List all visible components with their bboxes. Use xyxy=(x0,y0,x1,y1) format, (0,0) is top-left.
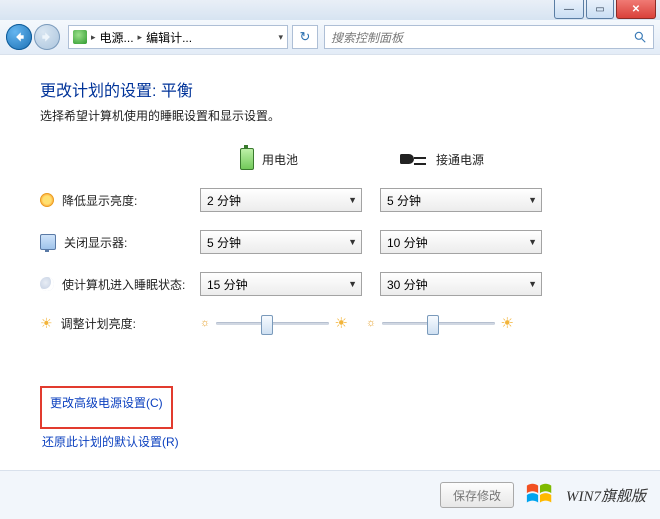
minimize-icon: — xyxy=(564,4,574,15)
moon-icon xyxy=(40,277,54,291)
dim-plugged-select[interactable]: 5 分钟 ▼ xyxy=(380,188,542,212)
arrow-right-icon xyxy=(40,30,54,44)
chevron-down-icon: ▼ xyxy=(528,279,537,289)
brightness-battery-slider[interactable] xyxy=(216,314,328,332)
crumb-edit-plan: 编辑计... xyxy=(146,29,192,46)
sun-large-icon: ☀ xyxy=(501,314,514,332)
off-battery-select[interactable]: 5 分钟 ▼ xyxy=(200,230,362,254)
row-brightness: ☀ 调整计划亮度: ☼ ☀ ☼ ☀ xyxy=(40,314,630,332)
row-brightness-label: 调整计划亮度: xyxy=(61,315,136,332)
brightness-icon: ☀ xyxy=(40,315,53,332)
back-button[interactable] xyxy=(6,24,32,50)
restore-default-link[interactable]: 还原此计划的默认设置(R) xyxy=(40,429,181,454)
dim-battery-value: 2 分钟 xyxy=(207,192,241,209)
row-dim-display: 降低显示亮度: 2 分钟 ▼ 5 分钟 ▼ xyxy=(40,188,630,212)
dim-plugged-value: 5 分钟 xyxy=(387,192,421,209)
chevron-right-icon: ▸ xyxy=(91,32,96,43)
chevron-right-icon: ▸ xyxy=(138,32,143,43)
dim-battery-select[interactable]: 2 分钟 ▼ xyxy=(200,188,362,212)
row-off-label: 关闭显示器: xyxy=(64,234,127,251)
refresh-icon: ↻ xyxy=(300,29,311,45)
off-battery-value: 5 分钟 xyxy=(207,234,241,251)
col-plugged-label: 接通电源 xyxy=(436,151,484,168)
col-battery: 用电池 xyxy=(240,148,400,170)
col-battery-label: 用电池 xyxy=(262,151,298,168)
footer-bar: 保存修改 WIN7旗舰版 xyxy=(0,470,660,519)
page-subtitle: 选择希望计算机使用的睡眠设置和显示设置。 xyxy=(40,107,630,124)
highlight-box: 更改高级电源设置(C) xyxy=(40,386,173,429)
chevron-down-icon: ▼ xyxy=(348,195,357,205)
row-sleep: 使计算机进入睡眠状态: 15 分钟 ▼ 30 分钟 ▼ xyxy=(40,272,630,296)
search-input[interactable]: 搜索控制面板 xyxy=(324,25,654,49)
sun-small-icon: ☼ xyxy=(366,317,376,329)
forward-button[interactable] xyxy=(34,24,60,50)
chevron-down-icon: ▼ xyxy=(528,237,537,247)
col-plugged: 接通电源 xyxy=(400,151,560,168)
refresh-button[interactable]: ↻ xyxy=(292,25,318,49)
sleep-plugged-value: 30 分钟 xyxy=(387,276,428,293)
arrow-left-icon xyxy=(12,30,26,44)
maximize-icon: ▭ xyxy=(595,4,604,15)
chevron-down-icon: ▼ xyxy=(528,195,537,205)
sleep-battery-value: 15 分钟 xyxy=(207,276,248,293)
sun-icon xyxy=(40,193,54,207)
minimize-button[interactable]: — xyxy=(554,0,584,19)
control-panel-icon xyxy=(73,30,87,44)
sun-large-icon: ☀ xyxy=(335,314,348,332)
search-icon xyxy=(633,30,647,44)
window-titlebar: — ▭ ✕ xyxy=(0,0,660,21)
windows-flag-icon xyxy=(524,480,556,510)
brand-label: WIN7旗舰版 xyxy=(566,485,646,506)
plug-icon xyxy=(400,152,428,166)
close-icon: ✕ xyxy=(632,4,640,15)
row-turn-off-display: 关闭显示器: 5 分钟 ▼ 10 分钟 ▼ xyxy=(40,230,630,254)
chevron-down-icon: ▼ xyxy=(348,237,357,247)
brightness-plugged-group: ☼ ☀ xyxy=(366,314,514,332)
window-buttons: — ▭ ✕ xyxy=(552,0,656,19)
column-headers: 用电池 接通电源 xyxy=(240,148,630,170)
advanced-power-settings-link[interactable]: 更改高级电源设置(C) xyxy=(48,390,165,415)
monitor-icon xyxy=(40,234,56,250)
chevron-down-icon: ▼ xyxy=(348,279,357,289)
crumb-power: 电源... xyxy=(100,29,134,46)
save-button-label: 保存修改 xyxy=(453,487,501,504)
search-placeholder: 搜索控制面板 xyxy=(331,29,403,46)
save-button[interactable]: 保存修改 xyxy=(440,482,514,508)
navigation-bar: ▸ 电源... ▸ 编辑计... ▾ ↻ 搜索控制面板 xyxy=(0,20,660,55)
chevron-down-icon: ▾ xyxy=(278,32,283,43)
maximize-button[interactable]: ▭ xyxy=(586,0,614,19)
battery-icon xyxy=(240,148,254,170)
sleep-battery-select[interactable]: 15 分钟 ▼ xyxy=(200,272,362,296)
off-plugged-select[interactable]: 10 分钟 ▼ xyxy=(380,230,542,254)
row-dim-label: 降低显示亮度: xyxy=(62,192,137,209)
close-button[interactable]: ✕ xyxy=(616,0,656,19)
breadcrumb[interactable]: ▸ 电源... ▸ 编辑计... ▾ xyxy=(68,25,288,49)
page-title: 更改计划的设置: 平衡 xyxy=(40,77,630,101)
brightness-battery-group: ☼ ☀ xyxy=(200,314,348,332)
brightness-plugged-slider[interactable] xyxy=(382,314,494,332)
off-plugged-value: 10 分钟 xyxy=(387,234,428,251)
content-area: 更改计划的设置: 平衡 选择希望计算机使用的睡眠设置和显示设置。 用电池 接通电… xyxy=(0,54,660,519)
sleep-plugged-select[interactable]: 30 分钟 ▼ xyxy=(380,272,542,296)
sun-small-icon: ☼ xyxy=(200,317,210,329)
row-sleep-label: 使计算机进入睡眠状态: xyxy=(62,276,185,293)
